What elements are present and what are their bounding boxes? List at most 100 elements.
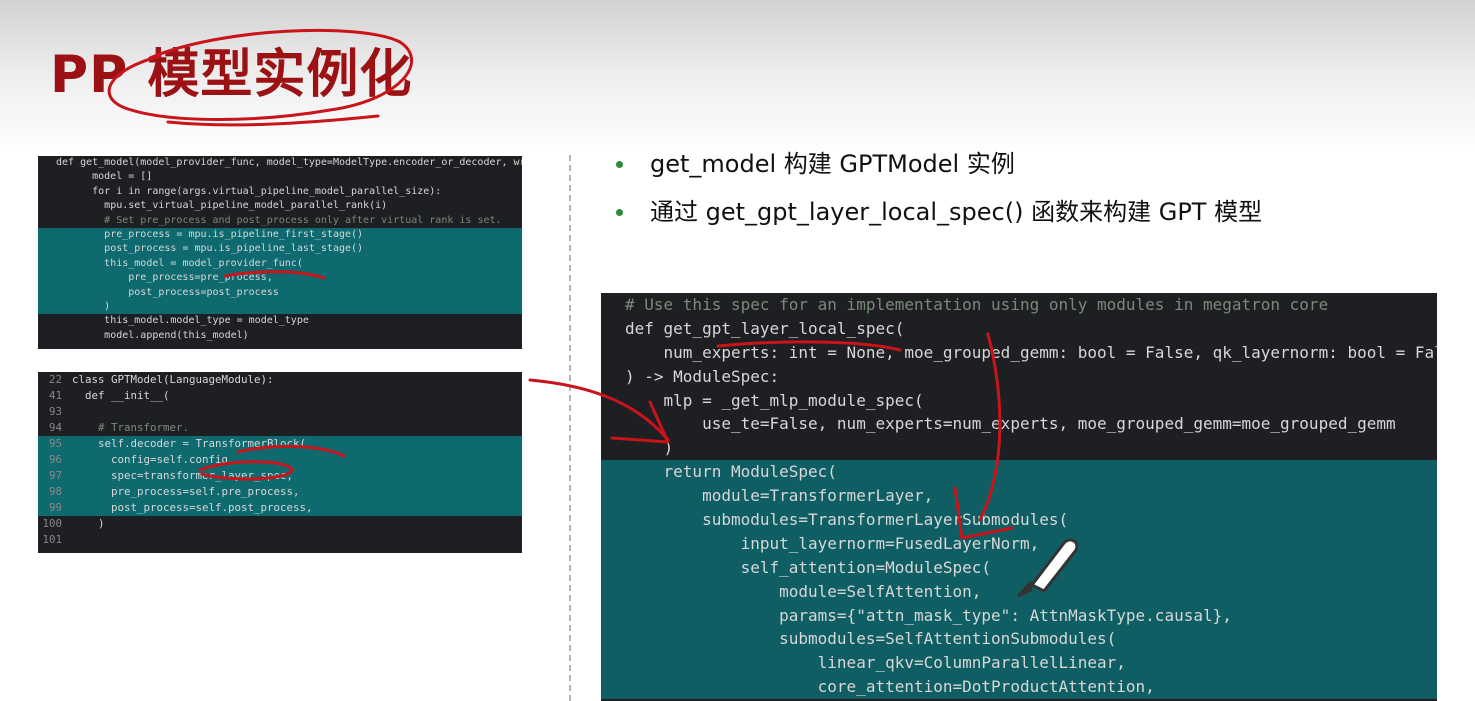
code-line: ): [38, 299, 522, 315]
code-text: self.decoder = TransformerBlock(: [98, 437, 307, 450]
code-line: 100 ): [38, 516, 522, 532]
line-number: 94: [48, 421, 62, 434]
code-line: ) -> ModuleSpec:: [601, 365, 1437, 389]
code-text: class GPTModel(LanguageModule):: [72, 373, 274, 386]
code-line: 94 # Transformer.: [38, 420, 522, 436]
code-text: submodules=SelfAttentionSubmodules(: [779, 629, 1117, 649]
bullet-text: get_model 构建 GPTModel 实例: [650, 150, 1015, 178]
code-text: # Transformer.: [98, 421, 190, 434]
code-text: model = []: [92, 171, 153, 183]
bullet-item: get_model 构建 GPTModel 实例: [612, 144, 1262, 192]
code-text: core_attention=DotProductAttention,: [817, 677, 1155, 697]
code-text: for i in range(args.virtual_pipeline_mod…: [92, 185, 442, 197]
code-text: module=SelfAttention,: [779, 581, 982, 601]
code-line: model.append(this_model): [38, 329, 522, 343]
code-text: mlp = _get_mlp_module_spec(: [663, 390, 924, 410]
code-snippet-get-model: def get_model(model_provider_func, model…: [38, 156, 522, 349]
code-line: submodules=TransformerLayerSubmodules(: [601, 508, 1437, 532]
title-tail-stroke: [166, 114, 380, 127]
code-text: params={"attn_mask_type": AttnMaskType.c…: [779, 605, 1232, 625]
code-line: mpu.set_virtual_pipeline_model_parallel_…: [38, 199, 522, 213]
code-line: # Set pre_process and post_process only …: [38, 214, 522, 228]
code-snippet-layer-spec: # Use this spec for an implementation us…: [601, 293, 1437, 701]
bullet-list: get_model 构建 GPTModel 实例 通过 get_gpt_laye…: [612, 144, 1262, 240]
bullet-dot-icon: [616, 209, 623, 216]
page-title: PP 模型实例化: [50, 45, 413, 105]
code-snippet-gpt-model: 22 class GPTModel(LanguageModule): 41 def …: [38, 372, 522, 553]
code-line: use_te=False, num_experts=num_experts, m…: [601, 412, 1437, 436]
code-text: def __init__(: [85, 389, 170, 402]
code-line: 97 spec=transformer_layer_spec,: [38, 468, 522, 484]
code-text: input_layernorm=FusedLayerNorm,: [740, 533, 1040, 553]
code-text: this_model.model_type = model_type: [104, 315, 309, 327]
code-text: post_process=post_process: [128, 286, 279, 298]
code-line: def get_model(model_provider_func, model…: [38, 156, 522, 170]
code-text: ): [98, 517, 105, 530]
code-text: submodules=TransformerLayerSubmodules(: [702, 510, 1069, 530]
code-line: 93: [38, 404, 522, 420]
code-text: pre_process = mpu.is_pipeline_first_stag…: [104, 228, 364, 240]
code-text: spec=transformer_layer_spec,: [111, 469, 294, 482]
line-number: 100: [42, 517, 62, 530]
code-line: for i in range(args.virtual_pipeline_mod…: [38, 185, 522, 199]
code-line: this_model.model_type = model_type: [38, 314, 522, 328]
code-line: params={"attn_mask_type": AttnMaskType.c…: [601, 603, 1437, 628]
line-number: 98: [48, 485, 62, 498]
line-number: 95: [48, 437, 62, 450]
code-line: pre_process=pre_process,: [38, 271, 522, 286]
line-number: 101: [42, 533, 62, 546]
code-line: linear_qkv=ColumnParallelLinear,: [601, 651, 1437, 676]
code-line: module=TransformerLayer,: [601, 484, 1437, 509]
code-line: 41 def __init__(: [38, 388, 522, 404]
code-text: ) -> ModuleSpec:: [625, 366, 780, 386]
code-line: model = []: [38, 170, 522, 184]
code-line: input_layernorm=FusedLayerNorm,: [601, 531, 1437, 556]
line-number: 93: [48, 405, 62, 418]
code-text: model.append(this_model): [104, 329, 249, 341]
bullet-text: 通过 get_gpt_layer_local_spec() 函数来构建 GPT …: [650, 198, 1263, 226]
line-number: 99: [48, 501, 62, 514]
dashed-divider: [569, 155, 571, 701]
code-line: 96 config=self.config,: [38, 452, 522, 468]
code-line: self_attention=ModuleSpec(: [601, 555, 1437, 580]
code-line: def get_gpt_layer_local_spec(: [601, 317, 1437, 341]
code-line: module=SelfAttention,: [601, 579, 1437, 604]
code-line: 99 post_process=self.post_process,: [38, 500, 522, 516]
code-line: mlp = _get_mlp_module_spec(: [601, 389, 1437, 413]
code-line: 101: [38, 532, 522, 548]
code-line: 22 class GPTModel(LanguageModule):: [38, 372, 522, 388]
code-line: core_attention=DotProductAttention,: [601, 675, 1437, 700]
code-line: ): [601, 436, 1437, 460]
code-line: this_model = model_provider_func(: [38, 256, 522, 272]
code-line: submodules=SelfAttentionSubmodules(: [601, 627, 1437, 652]
code-line: num_experts: int = None, moe_grouped_gem…: [601, 341, 1437, 365]
code-line: post_process = mpu.is_pipeline_last_stag…: [38, 242, 522, 257]
code-text: pre_process=pre_process,: [128, 272, 273, 284]
code-text: num_experts: int = None, moe_grouped_gem…: [663, 342, 1437, 362]
code-text: ): [663, 438, 674, 458]
code-text: return ModuleSpec(: [663, 462, 837, 482]
